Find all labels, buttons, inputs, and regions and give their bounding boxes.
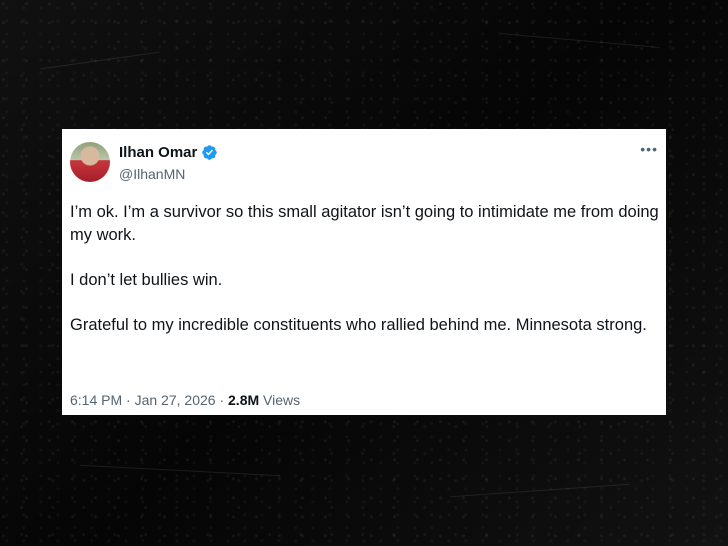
more-options-icon[interactable]: ••• — [640, 142, 658, 156]
tweet-card: Ilhan Omar @IlhanMN ••• I’m ok. I’m a su… — [62, 129, 666, 415]
meta-separator: · — [126, 392, 131, 408]
tweet-paragraph: I don’t let bullies win. — [70, 271, 223, 289]
background-scratch — [80, 464, 280, 477]
meta-separator: · — [219, 392, 225, 408]
author-handle[interactable]: @IlhanMN — [119, 166, 185, 182]
verified-badge-icon — [202, 145, 218, 160]
avatar[interactable] — [70, 142, 110, 182]
tweet-date[interactable]: Jan 27, 2026 — [135, 392, 216, 408]
author-display-name[interactable]: Ilhan Omar — [119, 144, 197, 161]
author-name-row: Ilhan Omar — [119, 144, 218, 161]
tweet-time[interactable]: 6:14 PM — [70, 392, 122, 408]
views-count: 2.8M — [228, 392, 260, 408]
background-scratch — [40, 51, 160, 70]
tweet-meta: 6:14 PM · Jan 27, 2026 · 2.8M Views — [70, 392, 300, 408]
tweet-text: I’m ok. I’m a survivor so this small agi… — [70, 201, 660, 359]
views-label: Views — [263, 392, 301, 408]
background-scratch — [500, 33, 660, 48]
tweet-paragraph: Grateful to my incredible constituents w… — [70, 316, 647, 334]
tweet-paragraph: I’m ok. I’m a survivor so this small agi… — [70, 203, 659, 244]
background-scratch — [450, 483, 630, 498]
